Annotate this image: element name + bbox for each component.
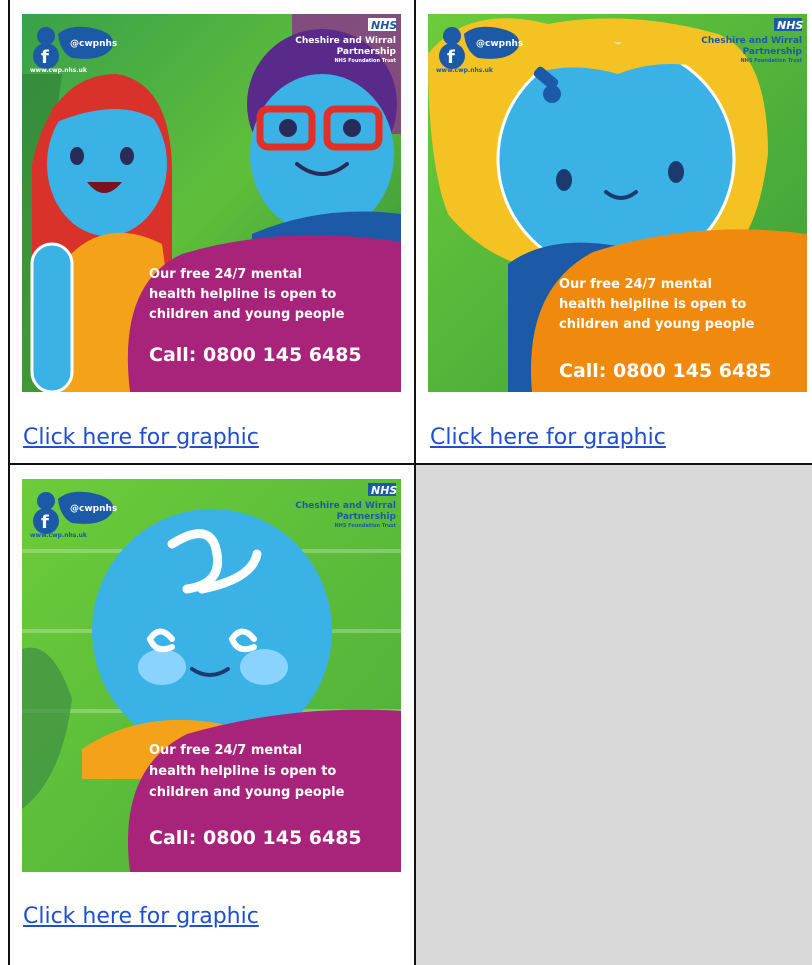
svg-text:Partnership: Partnership: [743, 47, 803, 57]
svg-text:Call: 0800 145 6485: Call: 0800 145 6485: [149, 827, 362, 849]
svg-text:Our free 24/7 mental: Our free 24/7 mental: [149, 743, 302, 758]
svg-text:Cheshire and Wirral: Cheshire and Wirral: [295, 36, 396, 46]
svg-text:children and young people: children and young people: [149, 307, 345, 322]
svg-text:children and young people: children and young people: [559, 317, 755, 332]
table-border-left: [8, 0, 10, 965]
svg-text:health helpline is open to: health helpline is open to: [559, 297, 746, 312]
svg-text:children and young people: children and young people: [149, 785, 345, 800]
svg-text:Call: 0800 145 6485: Call: 0800 145 6485: [149, 344, 362, 366]
svg-text:www.cwp.nhs.uk: www.cwp.nhs.uk: [30, 67, 88, 74]
svg-text:Cheshire and Wirral: Cheshire and Wirral: [295, 501, 396, 511]
svg-text:NHS Foundation Trust: NHS Foundation Trust: [334, 523, 396, 529]
helpline-graphic-2: f @cwpnhs www.cwp.nhs.uk NHS Cheshire an…: [428, 14, 807, 392]
table-border-row: [8, 463, 812, 465]
table-border-middle: [414, 0, 416, 965]
svg-text:Call: 0800 145 6485: Call: 0800 145 6485: [559, 360, 772, 382]
svg-text:@cwpnhs: @cwpnhs: [70, 39, 117, 49]
svg-text:@cwpnhs: @cwpnhs: [70, 504, 117, 514]
svg-text:f: f: [41, 512, 49, 533]
helpline-graphic-1: f @cwpnhs www.cwp.nhs.uk NHS Cheshire an…: [22, 14, 401, 392]
svg-text:Our free 24/7 mental: Our free 24/7 mental: [559, 277, 712, 292]
svg-text:f: f: [447, 47, 455, 68]
svg-text:f: f: [41, 47, 49, 68]
svg-text:health helpline is open to: health helpline is open to: [149, 287, 336, 302]
svg-text:NHS: NHS: [777, 19, 803, 32]
graphic-link-1[interactable]: Click here for graphic: [23, 425, 259, 450]
helpline-graphic-3: f @cwpnhs www.cwp.nhs.uk NHS Cheshire an…: [22, 479, 401, 872]
svg-text:NHS: NHS: [371, 19, 397, 32]
svg-text:health helpline is open to: health helpline is open to: [149, 764, 336, 779]
graphic-link-3[interactable]: Click here for graphic: [23, 904, 259, 929]
svg-text:NHS Foundation Trust: NHS Foundation Trust: [740, 58, 802, 64]
svg-text:NHS: NHS: [371, 484, 397, 497]
graphics-table: f @cwpnhs www.cwp.nhs.uk NHS Cheshire an…: [0, 0, 812, 965]
empty-cell: [416, 465, 812, 965]
svg-text:www.cwp.nhs.uk: www.cwp.nhs.uk: [30, 532, 88, 539]
svg-text:Our free 24/7 mental: Our free 24/7 mental: [149, 267, 302, 282]
svg-text:www.cwp.nhs.uk: www.cwp.nhs.uk: [436, 67, 494, 74]
svg-text:Partnership: Partnership: [337, 512, 397, 522]
svg-text:Partnership: Partnership: [337, 47, 397, 57]
svg-text:Cheshire and Wirral: Cheshire and Wirral: [701, 36, 802, 46]
svg-text:@cwpnhs: @cwpnhs: [476, 39, 523, 49]
svg-text:NHS Foundation Trust: NHS Foundation Trust: [334, 58, 396, 64]
graphic-link-2[interactable]: Click here for graphic: [430, 425, 666, 450]
